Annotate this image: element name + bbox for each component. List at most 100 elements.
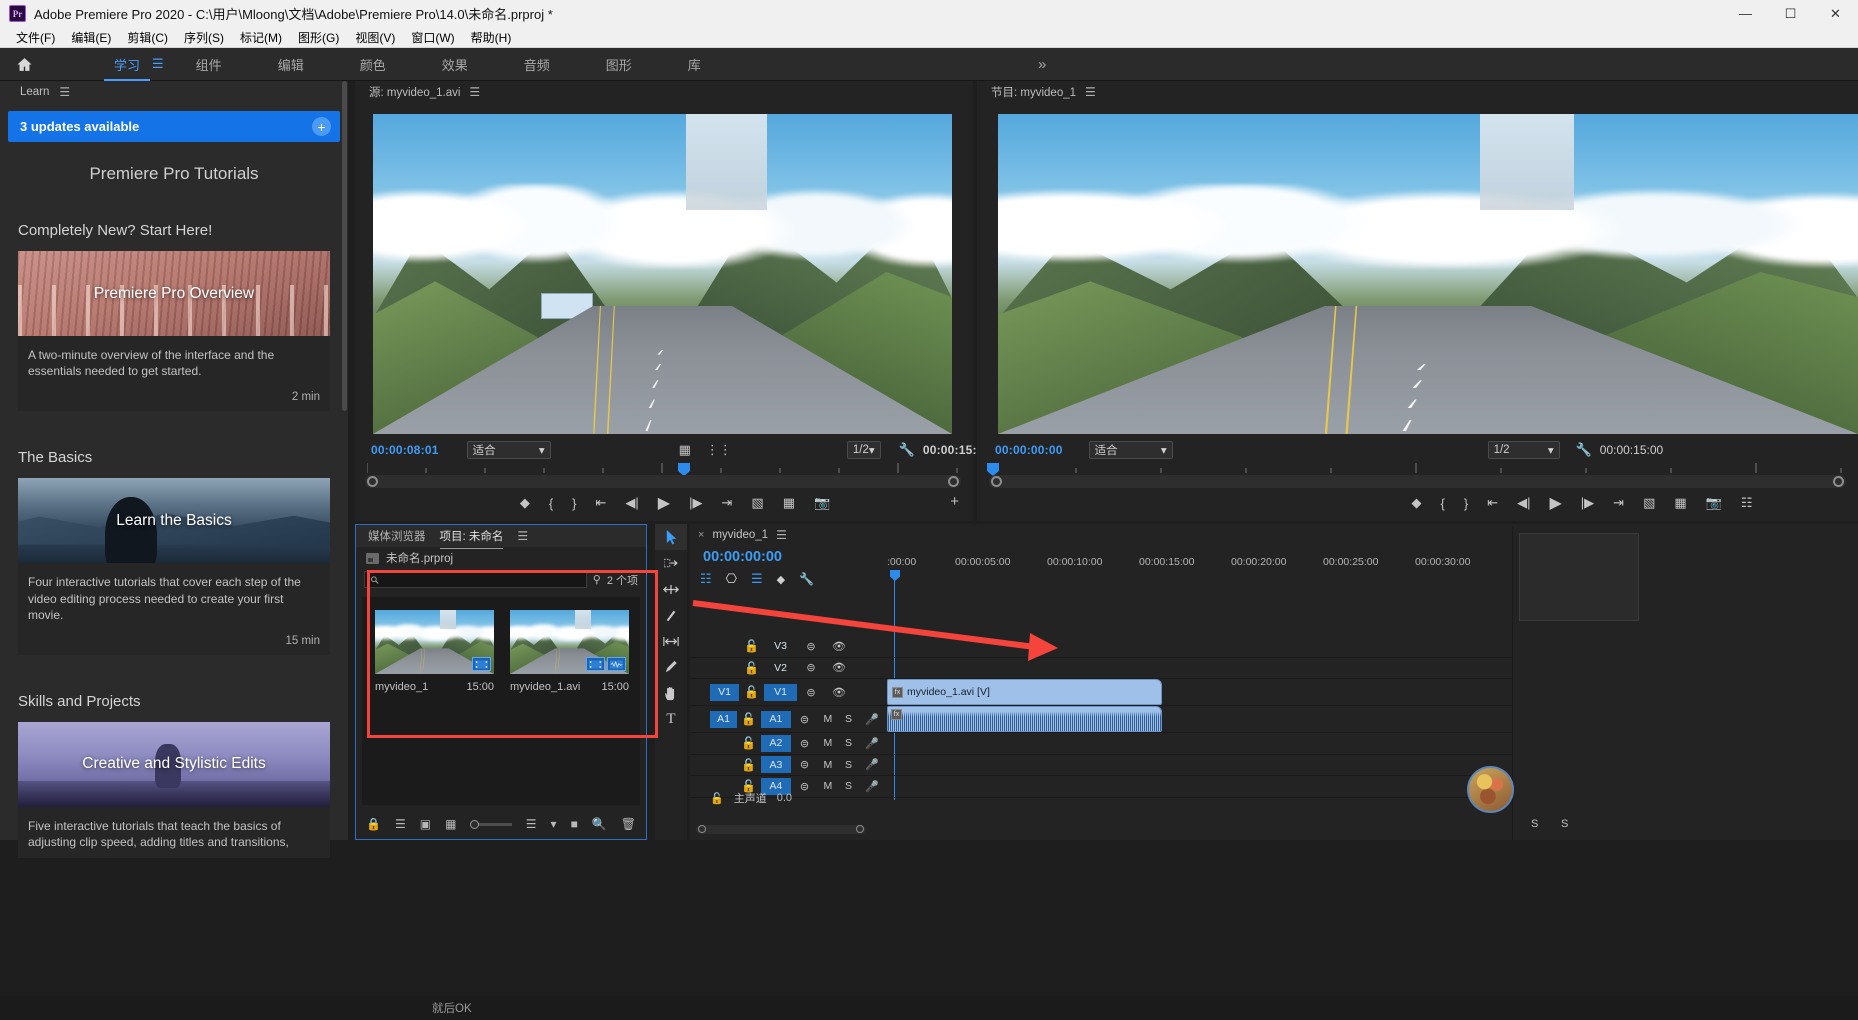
source-monitor-video[interactable] — [373, 114, 952, 434]
program-scrub-bar[interactable] — [989, 475, 1846, 488]
lock-icon[interactable]: 🔓 — [739, 661, 764, 675]
lock-icon[interactable]: 🔓 — [710, 792, 724, 805]
mark-in-icon[interactable]: { — [1441, 496, 1445, 511]
source-button-editor-icon[interactable]: + — [950, 493, 959, 510]
timeline-audio-clip[interactable]: fx — [887, 706, 1162, 732]
mark-in-icon[interactable]: { — [549, 496, 553, 511]
export-frame-icon[interactable]: 📷 — [814, 495, 830, 511]
timeline-sequence-tab[interactable]: myvideo_1 — [712, 529, 768, 541]
clip-thumbnail[interactable] — [510, 610, 629, 674]
tab-effects[interactable]: 效果 — [414, 48, 496, 81]
comparison-view-icon[interactable]: ☷ — [1741, 495, 1753, 511]
step-forward-icon[interactable]: |▶ — [689, 495, 702, 511]
tab-assembly[interactable]: 组件 — [168, 48, 250, 81]
extract-icon[interactable]: ▦ — [1674, 495, 1686, 511]
minimize-button[interactable]: — — [1723, 0, 1768, 27]
tutorial-card-basics[interactable]: Learn the Basics Four interactive tutori… — [18, 478, 330, 655]
play-icon[interactable]: ▶ — [1549, 493, 1561, 513]
wrench-icon[interactable]: 🔧 — [899, 442, 915, 458]
timeline-current-timecode[interactable]: 00:00:00:00 — [703, 549, 782, 565]
program-out-handle[interactable] — [1833, 476, 1844, 487]
ripple-edit-tool[interactable] — [655, 576, 687, 602]
clip-audio-badge-icon[interactable] — [607, 657, 626, 671]
clip-video-badge-icon[interactable] — [586, 657, 605, 671]
solo-button[interactable]: S — [838, 737, 859, 749]
menu-sequence[interactable]: 序列(S) — [176, 29, 232, 46]
mark-out-icon[interactable]: } — [572, 496, 576, 511]
track-name[interactable]: V2 — [764, 659, 797, 676]
close-button[interactable]: ✕ — [1813, 0, 1858, 27]
timeline-horizontal-scrollbar[interactable] — [696, 825, 866, 834]
project-panel-menu-icon[interactable]: ☰ — [517, 529, 528, 543]
menu-clip[interactable]: 剪辑(C) — [119, 29, 176, 46]
program-monitor-ruler[interactable] — [991, 463, 1844, 473]
slip-tool[interactable] — [655, 628, 687, 654]
source-scrub-bar[interactable] — [365, 475, 961, 488]
go-to-in-icon[interactable]: ⇤ — [596, 495, 607, 511]
source-current-timecode[interactable]: 00:00:08:01 — [371, 443, 439, 457]
track-target-toggle[interactable]: V1 — [710, 684, 739, 701]
sync-lock-icon[interactable]: ⊜ — [791, 713, 817, 726]
find-icon[interactable]: 🔍 — [592, 817, 607, 831]
program-fit-dropdown[interactable]: 适合 ▾ — [1089, 441, 1173, 459]
track-name[interactable]: A1 — [761, 711, 792, 728]
filter-icon[interactable]: ⚲ — [593, 573, 601, 586]
linked-selection-icon[interactable]: ☰ — [751, 571, 763, 587]
icon-view-icon[interactable]: ▣ — [420, 817, 431, 831]
audio-solo-left[interactable]: S — [1531, 818, 1538, 830]
mark-out-icon[interactable]: } — [1464, 496, 1468, 511]
go-to-out-icon[interactable]: ⇥ — [1613, 495, 1624, 511]
sync-lock-icon[interactable]: ⊜ — [797, 686, 825, 699]
razor-tool[interactable] — [655, 602, 687, 628]
close-icon[interactable]: × — [698, 529, 704, 541]
sync-lock-icon[interactable]: ⊜ — [797, 661, 825, 674]
menu-view[interactable]: 视图(V) — [347, 29, 403, 46]
sync-lock-icon[interactable]: ⊜ — [791, 780, 817, 793]
tab-color[interactable]: 颜色 — [332, 48, 414, 81]
solo-button[interactable]: S — [838, 713, 859, 725]
tab-media-browser[interactable]: 媒体浏览器 — [368, 528, 426, 544]
scrollbar-right-handle[interactable] — [856, 825, 864, 833]
project-search-input[interactable] — [364, 571, 587, 588]
program-current-timecode[interactable]: 00:00:00:00 — [995, 443, 1063, 457]
tab-graphics[interactable]: 图形 — [578, 48, 660, 81]
lock-icon[interactable]: 🔒 — [366, 817, 381, 831]
project-search-field[interactable] — [383, 574, 585, 586]
menu-file[interactable]: 文件(F) — [8, 29, 63, 46]
mute-button[interactable]: M — [818, 780, 839, 792]
scrollbar-thumb[interactable] — [342, 81, 347, 411]
tab-project[interactable]: 项目: 未命名 — [440, 528, 504, 544]
program-monitor-tab[interactable]: 节目: myvideo_1 — [991, 84, 1076, 100]
lock-icon[interactable]: 🔓 — [739, 685, 764, 699]
lock-icon[interactable]: 🔓 — [737, 712, 760, 726]
pen-tool[interactable] — [655, 654, 687, 680]
audio-solo-right[interactable]: S — [1561, 818, 1568, 830]
list-view-icon[interactable]: ☰ — [395, 817, 406, 831]
learn-panel-menu-icon[interactable]: ☰ — [59, 85, 70, 99]
go-to-out-icon[interactable]: ⇥ — [721, 495, 732, 511]
microphone-icon[interactable]: 🎤 — [859, 780, 885, 793]
audio-meter-knob[interactable] — [1467, 766, 1514, 813]
track-select-forward-tool[interactable] — [655, 550, 687, 576]
sync-lock-icon[interactable]: ⊜ — [791, 758, 817, 771]
track-name[interactable]: V3 — [764, 638, 797, 655]
source-frame-icon[interactable]: ▦ — [679, 442, 691, 458]
source-resolution-dropdown[interactable]: 1/2 ▾ — [847, 441, 881, 459]
workspace-more-icon[interactable]: » — [1038, 56, 1046, 73]
source-settings-icon[interactable]: ⋮⋮ — [706, 442, 732, 458]
export-frame-icon[interactable]: 📷 — [1706, 495, 1722, 511]
project-bin-area[interactable]: myvideo_1 15:00 — [362, 597, 640, 805]
tab-learn[interactable]: 学习 — [86, 48, 168, 81]
updates-available-banner[interactable]: 3 updates available + — [8, 111, 340, 142]
source-monitor-tab[interactable]: 源: myvideo_1.avi — [369, 84, 460, 100]
track-target-toggle[interactable] — [710, 659, 739, 676]
delete-icon[interactable]: 🗑 — [621, 817, 636, 831]
sync-lock-icon[interactable]: ⊜ — [791, 737, 817, 750]
track-target-toggle[interactable]: A1 — [710, 711, 737, 728]
tab-editing[interactable]: 编辑 — [250, 48, 332, 81]
microphone-icon[interactable]: 🎤 — [859, 737, 885, 750]
microphone-icon[interactable]: 🎤 — [859, 758, 885, 771]
add-marker-icon[interactable]: ◆ — [1412, 495, 1422, 511]
track-target-toggle[interactable] — [710, 735, 737, 752]
go-to-in-icon[interactable]: ⇤ — [1487, 495, 1498, 511]
